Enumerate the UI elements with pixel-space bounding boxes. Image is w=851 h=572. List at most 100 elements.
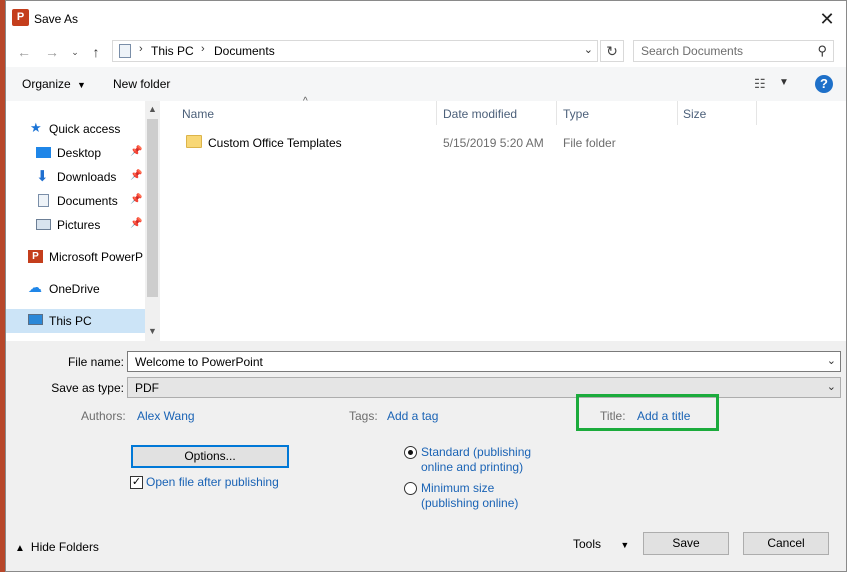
view-options-icon[interactable]: ☷ [754,76,766,92]
column-divider[interactable] [556,101,557,125]
chevron-down-icon[interactable]: ⌄ [827,354,836,367]
pin-icon[interactable]: 📌 [130,170,142,181]
sidebar-item-label: Downloads [57,170,117,184]
computer-icon [28,314,43,325]
pin-icon[interactable]: 📌 [130,146,142,157]
address-dropdown-icon[interactable]: ⌄ [584,43,593,56]
optimize-minimum-radio[interactable] [404,482,417,495]
close-icon: ✕ [819,9,835,29]
desktop-icon [36,147,51,158]
chevron-up-icon: ▲ [15,543,25,554]
sidebar-item-onedrive[interactable]: ☁ OneDrive [6,277,146,301]
window-title: Save As [34,12,79,26]
optimize-standard-line1: Standard (publishing [421,445,532,459]
column-divider[interactable] [677,101,678,125]
close-button[interactable]: ✕ [816,8,838,30]
file-name-field[interactable]: Welcome to PowerPoint ⌄ [127,351,841,372]
options-button[interactable]: Options... [131,445,289,468]
powerpoint-icon: P [12,9,29,26]
file-name-label: File name: [67,355,124,369]
sidebar-item-label: Pictures [57,218,101,232]
open-after-publishing-checkbox[interactable]: ✓ [130,476,143,489]
document-icon [38,194,49,207]
sidebar-item-this-pc[interactable]: This PC [6,309,146,333]
organize-button[interactable]: Organize ▼ [22,77,86,91]
back-button[interactable]: ← [14,42,34,62]
help-icon[interactable]: ? [815,75,833,93]
sidebar-item-label: This PC [49,314,92,328]
authors-label: Authors: [81,409,126,423]
breadcrumb-documents[interactable]: Documents [214,44,275,58]
checkmark-icon: ✓ [131,476,142,488]
file-name-cell: Custom Office Templates [208,136,342,150]
sidebar-item-quick-access[interactable]: ★ Quick access [6,117,146,141]
column-header-type[interactable]: Type [563,107,589,121]
open-after-publishing-label[interactable]: Open file after publishing [146,475,279,490]
sidebar-item-microsoft-powerpoint[interactable]: P Microsoft PowerP [6,245,146,269]
sidebar-item-desktop[interactable]: Desktop 📌 [6,141,146,165]
chevron-down-icon[interactable]: ⌄ [827,380,836,393]
breadcrumb-this-pc[interactable]: This PC [151,44,194,58]
hide-folders-button[interactable]: ▲ Hide Folders [15,540,99,554]
refresh-button[interactable]: ↻ [600,40,624,62]
recent-locations-button[interactable]: ⌄ [65,42,85,62]
scroll-up-icon[interactable]: ▲ [145,104,160,114]
address-bar[interactable]: › This PC › Documents ⌄ [112,40,598,62]
background-app-edge [847,0,851,572]
command-toolbar: Organize ▼ New folder ☷ ▼ ? [6,67,846,101]
dropdown-arrow-icon: ▼ [77,80,86,90]
column-header-size[interactable]: Size [683,107,706,121]
search-icon: ⚲ [817,43,827,58]
file-name-value: Welcome to PowerPoint [135,355,263,369]
sidebar-item-label: Documents [57,194,118,208]
optimize-standard-line2: online and printing) [421,460,524,474]
optimize-minimum-line1: Minimum size [421,481,495,495]
tags-label: Tags: [349,409,378,423]
folder-icon [186,135,202,148]
column-divider[interactable] [756,101,757,125]
title-field[interactable]: Add a title [637,409,690,423]
breadcrumb-separator-icon[interactable]: › [201,43,205,55]
new-folder-button[interactable]: New folder [113,77,170,91]
save-button[interactable]: Save [643,532,729,555]
pin-icon[interactable]: 📌 [130,194,142,205]
arrow-up-icon: ↑ [92,44,100,60]
column-header-date-modified[interactable]: Date modified [443,107,517,121]
optimize-standard-label[interactable]: Standard (publishing online and printing… [421,445,531,475]
scrollbar-thumb[interactable] [147,119,158,297]
column-divider[interactable] [436,101,437,125]
powerpoint-icon: P [28,250,43,263]
pin-icon[interactable]: 📌 [130,218,142,229]
search-input[interactable]: Search Documents [641,44,743,58]
refresh-icon: ↻ [606,43,618,59]
sidebar-item-pictures[interactable]: Pictures 📌 [6,213,146,237]
save-as-type-select[interactable]: PDF ⌄ [127,377,841,398]
column-header-name[interactable]: Name [182,107,214,121]
view-dropdown-icon[interactable]: ▼ [779,77,789,88]
tools-button[interactable]: Tools ▼ [573,537,629,551]
breadcrumb-separator-icon[interactable]: › [139,43,143,55]
cloud-icon: ☁ [28,279,42,295]
file-type-cell: File folder [563,136,616,150]
optimize-minimum-label[interactable]: Minimum size (publishing online) [421,481,518,511]
up-button[interactable]: ↑ [86,42,106,62]
sidebar-item-downloads[interactable]: ⬇ Downloads 📌 [6,165,146,189]
tags-field[interactable]: Add a tag [387,409,438,423]
forward-button[interactable]: → [42,42,62,62]
title-bar: P Save As ✕ [6,1,846,37]
search-box[interactable]: Search Documents ⚲ [633,40,834,62]
cancel-button[interactable]: Cancel [743,532,829,555]
sidebar-item-label: Microsoft PowerP [49,250,144,264]
save-as-type-label: Save as type: [51,381,124,395]
optimize-standard-radio[interactable] [404,446,417,459]
sidebar-item-documents[interactable]: Documents 📌 [6,189,146,213]
arrow-right-icon: → [45,44,59,60]
scroll-down-icon[interactable]: ▼ [145,326,160,336]
organize-label: Organize [22,77,71,91]
sidebar-item-label: OneDrive [49,282,100,296]
document-location-icon [119,44,131,58]
download-icon: ⬇ [36,168,49,185]
authors-field[interactable]: Alex Wang [137,409,195,423]
radio-selected-dot [408,450,413,455]
star-icon: ★ [30,120,42,135]
